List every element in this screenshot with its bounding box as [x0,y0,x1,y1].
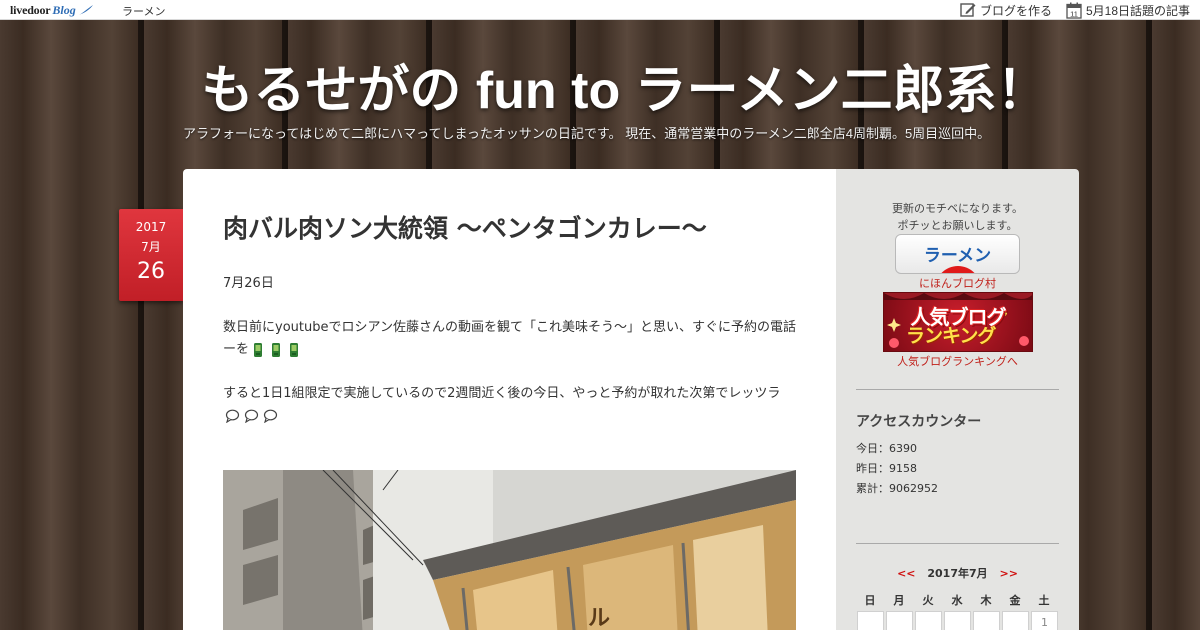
calendar-day-cell [1002,611,1029,630]
popular-blog-ranking-link[interactable]: 人気ブログランキングへ [836,353,1079,369]
calendar-weekday: 金 [1009,594,1021,607]
sidebar: 更新のモチベになります。 ポチッとお願いします。 ラーメン にほんブログ村 人気… [836,169,1079,630]
access-counter-today: 今日：6390 [856,442,917,455]
article-panel: 肉バル肉ソン大統領 〜ペンタゴンカレー〜 7月26日 数日前にyoutubeでロ… [183,169,836,630]
calendar-day-cell [857,611,884,630]
livedoor-topbar: livedoor Blog ラーメン ブログを作る 11 5月18日話題の記事 [0,0,1200,20]
post-date-day: 26 [137,259,165,284]
blog-title[interactable]: もるせがの fun to ラーメン二郎系！ [0,48,1200,123]
calendar-header: << 2017年7月 >> [836,565,1079,581]
livedoor-blog-logo[interactable]: livedoor Blog [10,2,94,18]
mobile-phone-icon [272,342,281,357]
rising-sun-icon [935,266,981,273]
calendar-day-cell[interactable]: 1 [1031,611,1058,630]
blog-description: アラフォーになってはじめて二郎にハマってしまったオッサンの日記です。 現在、通常… [183,126,991,141]
logo-blog-text: Blog [52,2,76,17]
calendar-day-cell [886,611,913,630]
article-photo-restaurant-building[interactable]: ル [223,470,796,630]
access-counter-total: 累計：9062952 [856,482,938,495]
post-date-month: 7月 [141,240,161,254]
motivation-text: 更新のモチベになります。 ポチッとお願いします。 [836,200,1079,234]
article-paragraph: 7月26日 [223,276,274,291]
speech-bubble-icon [225,409,240,423]
mobile-phone-icon [254,342,263,357]
make-blog-link[interactable]: ブログを作る [960,2,1052,19]
calendar-weekday: 日 [864,594,876,607]
calendar-day-cell [944,611,971,630]
building-photo-illustration: ル [223,470,796,630]
speech-bubble-emoji-group [223,408,280,423]
article-paragraph-text: すると1日1組限定で実施しているので2週間近く後の今日、やっと予約が取れた次第で… [223,386,781,401]
calendar-icon: 11 [1066,2,1082,19]
calendar-weekday: 月 [893,594,905,607]
post-date-year: 2017 [135,220,167,234]
photo-shop-sign: ル [588,606,610,630]
calendar-weekday: 土 [1038,594,1050,607]
post-date-badge: 2017 7月 26 [119,209,183,301]
article-paragraph: すると1日1組限定で実施しているので2週間近く後の今日、やっと予約が取れた次第で… [223,383,798,427]
phone-emoji-group [249,342,303,357]
calendar-weekday: 木 [980,594,992,607]
make-blog-label: ブログを作る [979,3,1052,18]
calendar-day-cell [973,611,1000,630]
calendar-weekday: 水 [951,594,963,607]
feather-icon [78,5,93,15]
calendar-icon-day: 11 [1070,9,1078,18]
motivation-line: ポチッとお願いします。 [897,219,1018,232]
popular-blog-ranking-banner[interactable]: 人気ブログ ランキング [883,292,1033,352]
article-body: 7月26日 数日前にyoutubeでロシアン佐藤さんの動画を観て「これ美味そう〜… [223,273,798,449]
calendar-next-month[interactable]: >> [999,567,1017,580]
mobile-phone-icon [290,342,299,357]
sidebar-divider [856,389,1059,390]
calendar-weekday: 火 [922,594,934,607]
logo-text: livedoor [10,2,51,17]
article-paragraph: 数日前にyoutubeでロシアン佐藤さんの動画を観て「これ美味そう〜」と思い、す… [223,317,798,361]
trending-articles-link[interactable]: 11 5月18日話題の記事 [1066,2,1190,19]
nihon-blog-mura-ramen-banner[interactable]: ラーメン [895,234,1020,274]
speech-bubble-icon [263,409,278,423]
nihon-blog-mura-link[interactable]: にほんブログ村 [836,275,1079,291]
article-title[interactable]: 肉バル肉ソン大統領 〜ペンタゴンカレー〜 [223,209,707,245]
trending-label: 5月18日話題の記事 [1085,3,1190,18]
sidebar-divider [856,543,1059,544]
category-link-ramen[interactable]: ラーメン [122,3,166,19]
article-paragraph-text: 数日前にyoutubeでロシアン佐藤さんの動画を観て「これ美味そう〜」と思い、す… [223,320,796,357]
ramen-banner-label: ラーメン [923,246,992,265]
motivation-line: 更新のモチベになります。 [892,202,1023,215]
speech-bubble-icon [244,409,259,423]
calendar-month-label: 2017年7月 [927,567,988,580]
access-counter-title: アクセスカウンター [856,414,982,430]
ranking-banner-line2: ランキング [906,325,996,347]
calendar-day-cell [915,611,942,630]
access-counter-yesterday: 昨日：9158 [856,462,917,475]
calendar-prev-month[interactable]: << [897,567,915,580]
pencil-edit-icon [960,3,976,17]
